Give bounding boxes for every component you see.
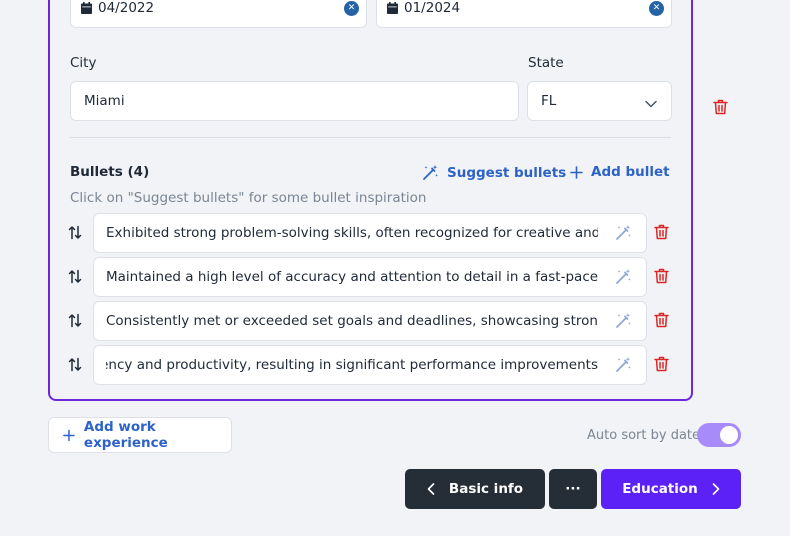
add-bullet-label: Add bullet <box>591 164 670 180</box>
city-value: Miami <box>84 93 125 109</box>
clear-icon[interactable]: ✕ <box>649 1 664 16</box>
add-work-experience-label: Add work experience <box>83 419 168 451</box>
bullet-text: Exhibited strong problem-solving skills,… <box>106 225 598 241</box>
chevron-down-icon <box>645 96 657 112</box>
plus-icon <box>570 165 583 179</box>
end-date-field[interactable]: 01/2024 ✕ <box>376 0 672 28</box>
bullets-title: Bullets (4) <box>70 164 150 180</box>
magic-wand-icon[interactable] <box>615 312 632 333</box>
work-experience-card: 04/2022 ✕ 01/2024 ✕ City State Miami FL … <box>48 0 693 401</box>
state-value: FL <box>541 93 557 109</box>
auto-sort-label: Auto sort by date <box>587 428 701 443</box>
bullet-text: Maintained a high level of accuracy and … <box>106 269 598 285</box>
more-icon: ··· <box>565 481 581 497</box>
bullet-row: Consistently met or exceeded set goals a… <box>68 301 669 341</box>
city-input[interactable]: Miami <box>70 81 519 121</box>
bullet-input[interactable]: e efficiency and productivity, resulting… <box>93 345 647 385</box>
end-date-value: 01/2024 <box>404 0 461 16</box>
reorder-icon[interactable] <box>68 269 82 288</box>
bullet-row: Exhibited strong problem-solving skills,… <box>68 213 669 253</box>
chevron-left-icon <box>427 483 435 495</box>
bullets-hint: Click on "Suggest bullets" for some bull… <box>70 190 427 206</box>
bullet-text: e efficiency and productivity, resulting… <box>106 357 598 373</box>
more-options-button[interactable]: ··· <box>549 469 597 509</box>
start-date-value: 04/2022 <box>98 0 155 16</box>
plus-icon <box>63 429 75 441</box>
bullet-row: Maintained a high level of accuracy and … <box>68 257 669 297</box>
toggle-knob <box>720 426 738 444</box>
suggest-bullets-label: Suggest bullets <box>447 164 567 181</box>
state-select[interactable]: FL <box>527 81 672 121</box>
magic-wand-icon <box>423 165 438 180</box>
bullet-row: e efficiency and productivity, resulting… <box>68 345 669 385</box>
divider <box>70 137 671 138</box>
magic-wand-icon[interactable] <box>615 356 632 377</box>
magic-wand-icon[interactable] <box>615 224 632 245</box>
add-work-experience-button[interactable]: Add work experience <box>48 417 232 453</box>
delete-bullet-icon[interactable] <box>654 356 669 376</box>
back-button-label: Basic info <box>448 481 524 497</box>
reorder-icon[interactable] <box>68 313 82 332</box>
delete-bullet-icon[interactable] <box>654 224 669 244</box>
add-bullet-button[interactable]: Add bullet <box>570 164 670 180</box>
next-button-label: Education <box>622 481 698 497</box>
delete-bullet-icon[interactable] <box>654 312 669 332</box>
city-label: City <box>70 55 97 71</box>
delete-bullet-icon[interactable] <box>654 268 669 288</box>
magic-wand-icon[interactable] <box>615 268 632 289</box>
chevron-right-icon <box>712 483 720 495</box>
reorder-icon[interactable] <box>68 225 82 244</box>
auto-sort-toggle[interactable] <box>697 423 741 447</box>
next-education-button[interactable]: Education <box>601 469 741 509</box>
state-label: State <box>528 55 564 71</box>
reorder-icon[interactable] <box>68 357 82 376</box>
bullet-text: Consistently met or exceeded set goals a… <box>106 313 598 329</box>
clear-icon[interactable]: ✕ <box>344 1 359 16</box>
calendar-icon <box>387 2 398 14</box>
bullet-input[interactable]: Exhibited strong problem-solving skills,… <box>93 213 647 253</box>
back-basic-info-button[interactable]: Basic info <box>405 469 545 509</box>
suggest-bullets-button[interactable]: Suggest bullets <box>422 164 566 181</box>
delete-experience-icon[interactable] <box>713 99 728 119</box>
start-date-field[interactable]: 04/2022 ✕ <box>70 0 367 28</box>
calendar-icon <box>81 2 92 14</box>
bullet-input[interactable]: Consistently met or exceeded set goals a… <box>93 301 647 341</box>
bullet-input[interactable]: Maintained a high level of accuracy and … <box>93 257 647 297</box>
